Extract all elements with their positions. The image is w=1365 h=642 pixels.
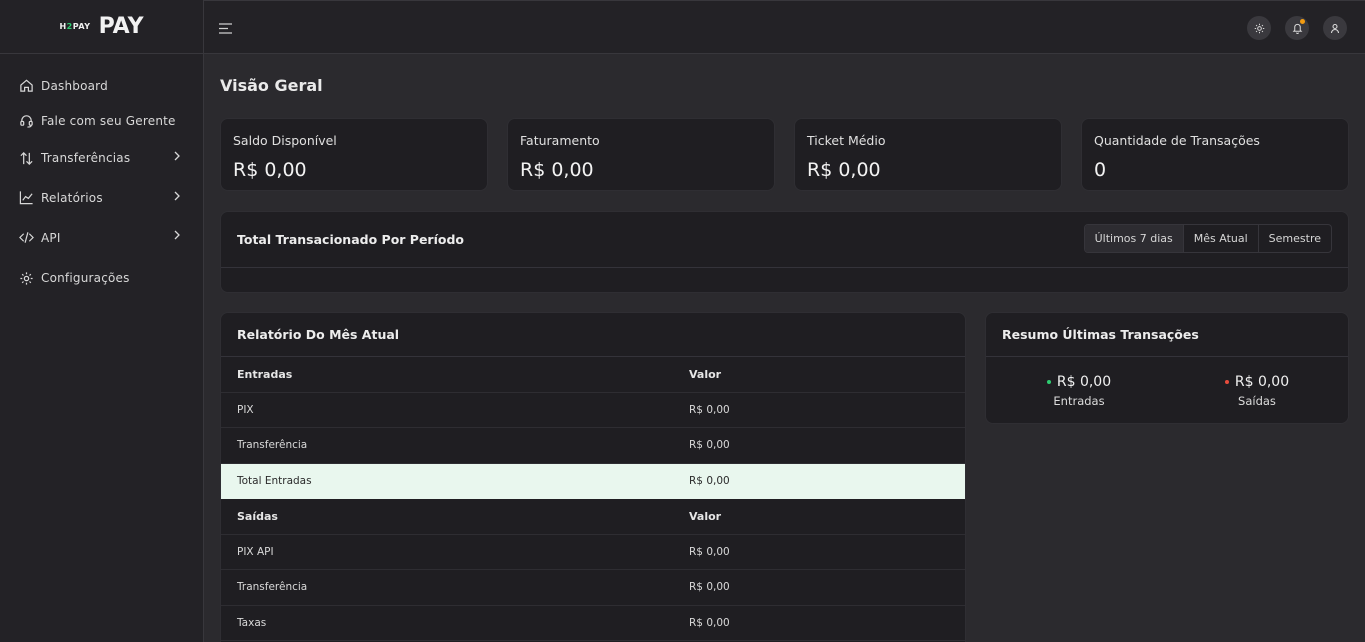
brand-logo-small: H2PAY	[59, 22, 91, 31]
sidebar-item-transferencias[interactable]: Transferências	[0, 138, 203, 178]
chevron-right-icon	[173, 190, 181, 204]
notification-dot	[1300, 19, 1305, 24]
sidebar-nav: Dashboard Fale com seu Gerente Transferê…	[0, 54, 203, 298]
stat-value: R$ 0,00	[807, 159, 881, 181]
sidebar-item-label: API	[41, 230, 61, 245]
user-icon	[1330, 19, 1340, 38]
summary-title: Resumo Últimas Transações	[986, 313, 1348, 357]
sidebar-item-relatorios[interactable]: Relatórios	[0, 178, 203, 217]
period-option-mes-atual[interactable]: Mês Atual	[1184, 225, 1259, 252]
green-dot-icon	[1046, 380, 1051, 384]
table-row: Transferência R$ 0,00	[221, 570, 965, 606]
summary-saidas-label: Saídas	[1238, 394, 1276, 408]
hamburger-menu-icon[interactable]	[218, 20, 233, 39]
chevron-right-icon	[173, 150, 181, 164]
sidebar-item-gerente[interactable]: Fale com seu Gerente	[0, 103, 203, 138]
summary-entradas-value: R$ 0,00	[1056, 374, 1112, 390]
brand-name: PAY	[98, 14, 144, 39]
sidebar-item-dashboard[interactable]: Dashboard	[0, 68, 203, 103]
period-filter-group: Últimos 7 dias Mês Atual Semestre	[1083, 224, 1332, 253]
sidebar-item-label: Dashboard	[41, 78, 108, 93]
summary-entradas-label: Entradas	[1053, 394, 1105, 408]
report-table: Entradas Valor PIX R$ 0,00 Transferência R$…	[221, 357, 965, 641]
sidebar-item-configuracoes[interactable]: Configurações	[0, 258, 203, 298]
gear-icon	[18, 270, 34, 286]
summary-saidas: R$ 0,00 Saídas	[1212, 374, 1302, 408]
table-row: Taxas R$ 0,00	[221, 606, 965, 641]
stat-value: R$ 0,00	[520, 159, 594, 181]
period-option-7dias[interactable]: Últimos 7 dias	[1084, 225, 1184, 252]
sidebar-item-label: Configurações	[41, 271, 130, 285]
sidebar-item-label: Fale com seu Gerente	[41, 113, 176, 128]
report-title: Relatório Do Mês Atual	[221, 313, 965, 357]
transfer-arrows-icon	[18, 150, 34, 166]
stat-card-ticket: Ticket Médio R$ 0,00	[794, 118, 1062, 191]
home-icon	[18, 78, 34, 94]
summary-card: Resumo Últimas Transações R$ 0,00 Entrad…	[985, 312, 1349, 424]
stat-card-quantidade: Quantidade de Transações 0	[1081, 118, 1349, 191]
stat-value: R$ 0,00	[233, 159, 307, 181]
table-header-row: Entradas Valor	[221, 357, 965, 393]
period-card: Total Transacionado Por Período Últimos …	[220, 211, 1349, 293]
table-header-row: Saídas Valor	[221, 499, 965, 535]
report-card: Relatório Do Mês Atual Entradas Valor PIX…	[220, 312, 966, 642]
period-title: Total Transacionado Por Período	[237, 232, 465, 247]
table-row: PIX API R$ 0,00	[221, 535, 965, 570]
stat-label: Faturamento	[520, 133, 600, 148]
stat-label: Quantidade de Transações	[1094, 133, 1260, 148]
page-title: Visão Geral	[220, 76, 323, 95]
table-total-row: Total Entradas R$ 0,00	[221, 463, 965, 499]
table-row: PIX R$ 0,00	[221, 393, 965, 428]
headset-icon	[18, 113, 34, 129]
chart-line-icon	[18, 190, 34, 206]
theme-toggle-button[interactable]	[1247, 16, 1271, 40]
period-option-semestre[interactable]: Semestre	[1259, 225, 1331, 252]
stat-card-saldo: Saldo Disponível R$ 0,00	[220, 118, 488, 191]
sidebar: H2PAY PAY Dashboard Fale com seu Gerente…	[0, 0, 204, 642]
sun-icon	[1254, 19, 1265, 38]
stat-label: Saldo Disponível	[233, 133, 337, 148]
summary-saidas-value: R$ 0,00	[1234, 374, 1290, 390]
stat-value: 0	[1094, 159, 1107, 181]
sidebar-item-api[interactable]: API	[0, 217, 203, 258]
brand-logo[interactable]: H2PAY PAY	[0, 0, 203, 54]
code-icon	[18, 230, 34, 246]
sidebar-item-label: Transferências	[41, 151, 131, 165]
stat-card-faturamento: Faturamento R$ 0,00	[507, 118, 775, 191]
summary-entradas: R$ 0,00 Entradas	[1034, 374, 1124, 408]
notifications-button[interactable]	[1285, 16, 1309, 40]
chevron-right-icon	[173, 229, 181, 243]
red-dot-icon	[1224, 380, 1229, 384]
divider	[221, 267, 1348, 268]
table-row: Transferência R$ 0,00	[221, 428, 965, 464]
user-menu-button[interactable]	[1323, 16, 1347, 40]
stat-label: Ticket Médio	[807, 133, 886, 148]
sidebar-item-label: Relatórios	[41, 190, 103, 205]
topbar	[204, 0, 1365, 54]
